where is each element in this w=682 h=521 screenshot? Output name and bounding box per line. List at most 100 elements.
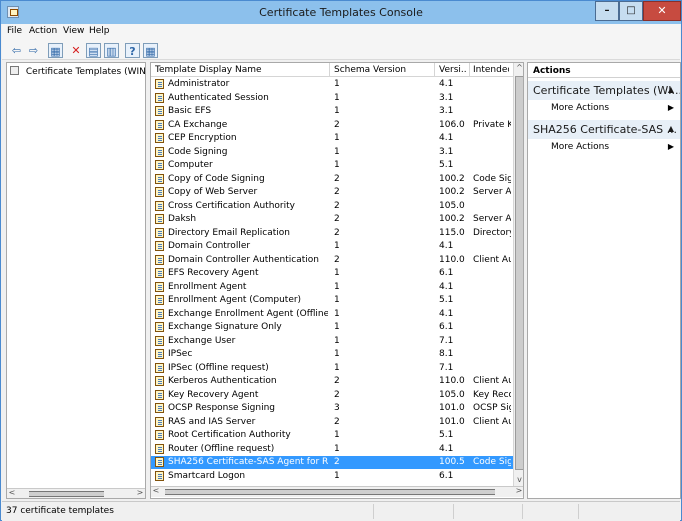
delete-icon[interactable]: ✕ xyxy=(69,43,83,58)
template-row[interactable]: Smartcard Logon 1 6.1 xyxy=(151,470,513,483)
schema-version-cell: 1 xyxy=(334,430,340,440)
more-actions-link[interactable]: More Actions ▶ xyxy=(551,103,674,113)
collapse-icon[interactable]: ▲ xyxy=(668,85,674,94)
template-icon xyxy=(155,254,164,265)
template-name-cell: Root Certification Authority xyxy=(168,430,291,440)
menu-view[interactable]: View xyxy=(63,26,84,36)
template-row[interactable]: Code Signing 1 3.1 xyxy=(151,146,513,159)
template-name-cell: Router (Offline request) xyxy=(168,443,275,454)
maximize-button[interactable]: □ xyxy=(619,1,643,21)
scroll-thumb[interactable] xyxy=(515,76,523,470)
template-name-cell: Basic EFS xyxy=(168,106,212,116)
menu-help[interactable]: Help xyxy=(89,26,110,36)
template-icon xyxy=(155,403,164,413)
version-cell: 101.0 xyxy=(439,416,465,427)
template-icon xyxy=(155,133,164,143)
column-version[interactable]: Versi... xyxy=(439,65,467,75)
scroll-left-icon[interactable]: < xyxy=(151,486,161,497)
forward-icon[interactable]: ⇨ xyxy=(27,43,40,58)
template-row[interactable]: OCSP Response Signing 3 101.0 OCSP Sign xyxy=(151,402,513,415)
close-button[interactable]: ✕ xyxy=(643,1,681,21)
help-icon[interactable]: ? xyxy=(125,43,140,58)
export-icon[interactable]: ▥ xyxy=(104,43,119,58)
template-name-cell: Directory Email Replication xyxy=(168,227,290,238)
template-row[interactable]: Cross Certification Authority 2 105.0 xyxy=(151,200,513,213)
template-row[interactable]: RAS and IAS Server 2 101.0 Client Aut xyxy=(151,416,513,429)
template-row[interactable]: Domain Controller 1 4.1 xyxy=(151,240,513,253)
more-actions-link[interactable]: More Actions ▶ xyxy=(551,142,674,152)
template-row[interactable]: Key Recovery Agent 2 105.0 Key Recov xyxy=(151,389,513,402)
template-row[interactable]: CA Exchange 2 106.0 Private Ke xyxy=(151,119,513,132)
template-row[interactable]: Copy of Code Signing 2 100.2 Code Sign xyxy=(151,173,513,186)
scroll-right-icon[interactable]: > xyxy=(135,488,145,498)
template-row[interactable]: EFS Recovery Agent 1 6.1 xyxy=(151,267,513,280)
template-row[interactable]: Basic EFS 1 3.1 xyxy=(151,105,513,118)
scroll-thumb[interactable] xyxy=(29,491,104,497)
version-cell: 100.5 xyxy=(439,457,465,467)
tree-item-certificate-templates[interactable]: Certificate Templates (WIN-D1K xyxy=(10,66,145,77)
intended-purpose-cell: Private Ke xyxy=(473,119,511,130)
template-row[interactable]: Kerberos Authentication 2 110.0 Client Aut xyxy=(151,375,513,388)
status-separator xyxy=(522,504,523,519)
template-row[interactable]: CEP Encryption 1 4.1 xyxy=(151,132,513,145)
version-cell: 4.1 xyxy=(439,308,454,319)
template-row[interactable]: Router (Offline request) 1 4.1 xyxy=(151,443,513,456)
actions-title: Actions xyxy=(528,63,680,78)
template-row[interactable]: Exchange Signature Only 1 6.1 xyxy=(151,321,513,334)
template-name-cell: Key Recovery Agent xyxy=(168,389,259,400)
template-row[interactable]: Enrollment Agent 1 4.1 xyxy=(151,281,513,294)
scroll-thumb[interactable] xyxy=(165,489,495,495)
template-row[interactable]: IPSec (Offline request) 1 7.1 xyxy=(151,362,513,375)
scroll-right-icon[interactable]: > xyxy=(514,486,523,497)
template-icon xyxy=(155,187,164,197)
back-icon[interactable]: ⇦ xyxy=(10,43,23,58)
template-row[interactable]: Exchange User 1 7.1 xyxy=(151,335,513,348)
template-row[interactable]: Root Certification Authority 1 5.1 xyxy=(151,429,513,442)
template-icon xyxy=(155,146,164,157)
template-row[interactable]: Computer 1 5.1 xyxy=(151,159,513,172)
schema-version-cell: 2 xyxy=(334,173,340,184)
action-group-sha256-certificate[interactable]: SHA256 Certificate-SAS ... ▲ xyxy=(528,120,680,139)
menu-bar: File Action View Help xyxy=(2,24,680,41)
template-row[interactable]: Enrollment Agent (Computer) 1 5.1 xyxy=(151,294,513,307)
schema-version-cell: 1 xyxy=(334,308,340,319)
show-hide-icon[interactable]: ▦ xyxy=(143,43,158,58)
column-intended-purposes[interactable]: Intended P xyxy=(473,65,509,75)
template-row[interactable]: IPSec 1 8.1 xyxy=(151,348,513,361)
schema-version-cell: 2 xyxy=(334,119,340,130)
version-cell: 4.1 xyxy=(439,443,454,454)
template-row[interactable]: Copy of Web Server 2 100.2 Server Aut xyxy=(151,186,513,199)
menu-action[interactable]: Action xyxy=(29,26,57,36)
properties-icon[interactable]: ▤ xyxy=(86,43,101,58)
menu-file[interactable]: File xyxy=(7,26,22,36)
collapse-icon[interactable]: ▲ xyxy=(668,124,674,133)
template-count-status: 37 certificate templates xyxy=(6,506,114,516)
schema-version-cell: 2 xyxy=(334,416,340,427)
template-row[interactable]: SHA256 Certificate-SAS Agent for RD Gat.… xyxy=(151,456,513,469)
list-vertical-scrollbar[interactable]: ^ v xyxy=(513,63,523,486)
template-name-cell: Authenticated Session xyxy=(168,92,269,103)
scroll-down-icon[interactable]: v xyxy=(514,475,523,486)
up-icon[interactable]: ▦ xyxy=(48,43,63,58)
template-row[interactable]: Authenticated Session 1 3.1 xyxy=(151,92,513,105)
column-schema-version[interactable]: Schema Version xyxy=(334,65,430,75)
template-row[interactable]: Directory Email Replication 2 115.0 Directo… xyxy=(151,227,513,240)
version-cell: 105.0 xyxy=(439,200,465,211)
minimize-button[interactable]: – xyxy=(595,1,619,21)
template-row[interactable]: Domain Controller Authentication 2 110.0 Cl… xyxy=(151,254,513,267)
action-group-certificate-templates[interactable]: Certificate Templates (WI... ▲ xyxy=(528,81,680,100)
template-row[interactable]: Daksh 2 100.2 Server Aut xyxy=(151,213,513,226)
column-template-display-name[interactable]: Template Display Name xyxy=(155,65,321,75)
scroll-left-icon[interactable]: < xyxy=(7,488,17,498)
template-icon xyxy=(155,92,164,103)
template-row[interactable]: Administrator 1 4.1 xyxy=(151,78,513,91)
schema-version-cell: 2 xyxy=(334,376,340,386)
tree-horizontal-scrollbar[interactable]: < > xyxy=(7,488,145,498)
status-separator xyxy=(453,504,454,519)
scroll-up-icon[interactable]: ^ xyxy=(514,63,523,74)
schema-version-cell: 1 xyxy=(334,241,340,251)
version-cell: 115.0 xyxy=(439,227,465,238)
template-row[interactable]: Exchange Enrollment Agent (Offline requ.… xyxy=(151,308,513,321)
list-horizontal-scrollbar[interactable]: < > xyxy=(151,486,523,497)
version-cell: 3.1 xyxy=(439,106,454,116)
